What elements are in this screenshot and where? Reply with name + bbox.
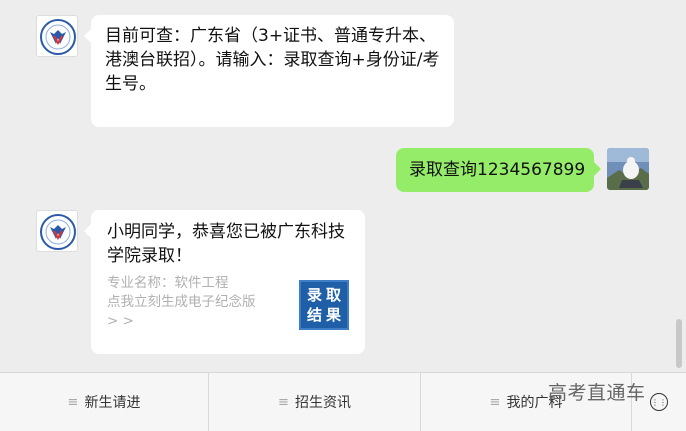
badge-char: 取 <box>325 286 341 304</box>
school-logo-icon <box>40 19 76 55</box>
generate-souvenir-link[interactable]: 点我立刻生成电子纪念版 <box>107 293 287 312</box>
school-avatar[interactable] <box>36 210 78 252</box>
menu-list-icon: ≡ <box>489 394 501 410</box>
school-avatar[interactable] <box>36 15 78 57</box>
result-card-title: 小明同学，恭喜您已被广东科技学院录取！ <box>107 222 345 266</box>
result-card-body: 专业名称：软件工程 点我立刻生成电子纪念版 > > 录 取 结 果 <box>107 274 349 334</box>
keyboard-icon: ⋮⋮ <box>650 393 668 411</box>
chat-area: 目前可查：广东省（3+证书、普通专升本、港澳台联招）。请输入：录取查询+身份证/… <box>0 0 686 372</box>
badge-char: 录 <box>306 286 322 304</box>
user-avatar[interactable] <box>607 148 649 190</box>
menu-item-label: 新生请进 <box>84 395 141 411</box>
major-name-line: 专业名称：软件工程 <box>107 275 229 291</box>
menu-item-label: 招生资讯 <box>294 395 351 411</box>
menu-list-icon: ≡ <box>278 394 289 410</box>
bot-intro-text: 目前可查：广东省（3+证书、普通专升本、港澳台联招）。请输入：录取查询+身份证/… <box>105 26 440 94</box>
badge-char: 果 <box>325 306 341 324</box>
school-logo-icon <box>40 214 76 250</box>
menu-item-new-students[interactable]: ≡ 新生请进 <box>0 373 209 431</box>
badge-char: 结 <box>306 306 322 324</box>
menu-list-icon: ≡ <box>67 394 79 410</box>
user-photo-icon <box>607 148 649 190</box>
user-query-text: 录取查询1234567899 <box>409 160 586 180</box>
bot-intro-message: 目前可查：广东省（3+证书、普通专升本、港澳台联招）。请输入：录取查询+身份证/… <box>84 15 454 127</box>
chat-scrollbar[interactable] <box>676 319 682 368</box>
menu-item-admission-news[interactable]: ≡ 招生资讯 <box>209 373 421 431</box>
watermark-text: 高考直通车 <box>548 382 646 404</box>
more-arrows: > > <box>107 313 134 329</box>
admission-result-badge-icon: 录 取 结 果 <box>299 280 349 330</box>
admission-result-card[interactable]: 小明同学，恭喜您已被广东科技学院录取！ 专业名称：软件工程 点我立刻生成电子纪念… <box>84 210 365 354</box>
user-query-message: 录取查询1234567899 <box>396 148 601 192</box>
